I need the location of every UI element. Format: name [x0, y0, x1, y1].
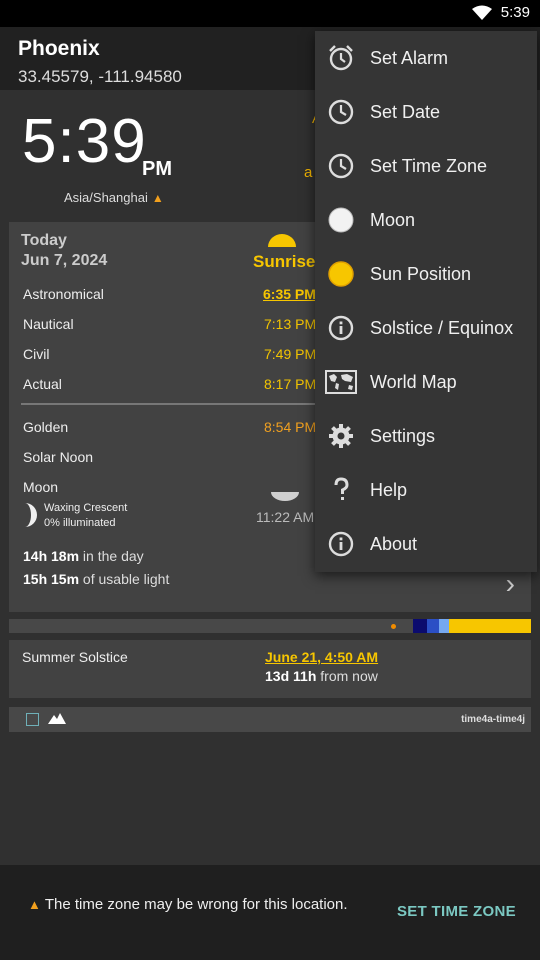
menu-item-solstice-equinox[interactable]: Solstice / Equinox [315, 301, 537, 355]
status-bar: 5:39 [0, 0, 540, 27]
menu-label: Help [370, 480, 408, 500]
timeline-day [449, 619, 531, 633]
moon-phase-name: Waxing Crescent [44, 502, 128, 514]
bottom-toolbar: time4a-time4j [9, 707, 531, 732]
golden-time[interactable]: 8:54 PM [264, 419, 316, 435]
menu-item-about[interactable]: About [315, 517, 537, 571]
mountain-icon[interactable] [48, 712, 66, 724]
divider [21, 403, 331, 405]
menu-label: Settings [370, 426, 436, 446]
today-label: Today [21, 232, 67, 249]
actual-time[interactable]: 8:17 PM [264, 376, 316, 392]
civil-label: Civil [23, 346, 50, 362]
nautical-label: Nautical [23, 316, 74, 332]
info-icon [328, 531, 354, 557]
overflow-menu: Set Alarm Set Date Set Time Zone Moon Su… [315, 31, 537, 572]
snackbar-message: The time zone may be wrong for this loca… [44, 896, 348, 913]
moon-time[interactable]: 11:22 AM [256, 509, 314, 525]
timeline-nautical [427, 619, 439, 633]
snackbar-message-wrapper: ▲ The time zone may be wrong for this loc… [28, 895, 348, 914]
menu-item-sun-position[interactable]: Sun Position [315, 247, 537, 301]
usable-light: 15h 15m of usable light [23, 571, 169, 587]
menu-label: Set Time Zone [370, 156, 488, 176]
civil-time[interactable]: 7:49 PM [264, 346, 316, 362]
sunrise-label: Sunrise [253, 252, 316, 271]
menu-label: Set Date [370, 102, 441, 122]
menu-label: Sun Position [370, 264, 472, 284]
snackbar: ▲ The time zone may be wrong for this loc… [0, 865, 540, 960]
solstice-card[interactable]: Summer Solstice June 21, 4:50 AM 13d 11h… [9, 640, 531, 698]
warning-icon: ▲ [151, 191, 164, 205]
moon-label: Moon [23, 479, 59, 495]
chevron-right-icon[interactable]: › [506, 568, 515, 600]
timeline-astronomical [413, 619, 427, 633]
menu-item-set-time-zone[interactable]: Set Time Zone [315, 139, 537, 193]
wifi-icon [472, 5, 492, 20]
info-icon [328, 315, 354, 341]
help-icon [334, 477, 349, 500]
checkbox-icon[interactable] [26, 713, 39, 726]
moon-illumination: 0% illuminated [44, 517, 116, 529]
moon-phase-icon [25, 503, 37, 527]
sunrise-icon [268, 234, 296, 247]
usable-light-suffix: of usable light [79, 571, 170, 587]
menu-label: Set Alarm [370, 48, 449, 68]
usable-light-value: 15h 15m [23, 571, 80, 587]
menu-item-help[interactable]: Help [315, 463, 537, 517]
timezone-label[interactable]: Asia/Shanghai ▲ [64, 190, 164, 205]
golden-label: Golden [23, 419, 69, 435]
menu-item-world-map[interactable]: World Map [315, 355, 537, 409]
timezone-name: Asia/Shanghai [64, 190, 148, 205]
astronomical-label: Astronomical [23, 286, 104, 302]
moon-icon [328, 207, 354, 233]
warning-icon: ▲ [28, 897, 41, 912]
day-length-suffix: in the day [79, 548, 144, 564]
sun-icon [328, 261, 354, 287]
actual-label: Actual [23, 376, 62, 392]
menu-label: Solstice / Equinox [370, 318, 514, 338]
location-title[interactable]: Phoenix [18, 37, 100, 61]
menu-label: World Map [370, 372, 457, 392]
solar-noon-label: Solar Noon [23, 449, 94, 465]
day-timeline [9, 619, 531, 633]
clock-icon [328, 153, 354, 179]
version-label: time4a-time4j [461, 714, 525, 725]
today-date: Jun 7, 2024 [21, 252, 108, 269]
solstice-countdown: 13d 11h from now [265, 668, 378, 684]
clock-icon [328, 99, 354, 125]
timeline-now-marker [391, 624, 396, 629]
menu-item-moon[interactable]: Moon [315, 193, 537, 247]
clock-time: 5:39 [22, 107, 147, 176]
menu-label: About [370, 534, 418, 554]
menu-item-set-date[interactable]: Set Date [315, 85, 537, 139]
astronomical-time[interactable]: 6:35 PM [263, 286, 316, 302]
moonrise-icon [271, 492, 299, 501]
countdown-suffix: from now [316, 668, 378, 684]
solstice-name: Summer Solstice [22, 649, 128, 665]
menu-item-set-alarm[interactable]: Set Alarm [315, 31, 537, 85]
clock-display[interactable]: 5:39 PM [22, 106, 172, 180]
partial-text: a [304, 164, 313, 181]
menu-item-settings[interactable]: Settings [315, 409, 537, 463]
day-length: 14h 18m in the day [23, 548, 144, 564]
status-time: 5:39 [500, 4, 530, 21]
alarm-icon [329, 45, 353, 71]
clock-ampm: PM [142, 158, 172, 180]
menu-label: Moon [370, 210, 416, 230]
countdown-value: 13d 11h [265, 668, 317, 684]
gear-icon [329, 424, 353, 448]
set-time-zone-button[interactable]: SET TIME ZONE [397, 903, 516, 920]
solstice-date[interactable]: June 21, 4:50 AM [265, 649, 378, 665]
world-map-icon [325, 370, 357, 394]
day-length-value: 14h 18m [23, 548, 80, 564]
timeline-civil [439, 619, 449, 633]
nautical-time[interactable]: 7:13 PM [264, 316, 316, 332]
location-coordinates: 33.45579, -111.94580 [18, 67, 182, 86]
